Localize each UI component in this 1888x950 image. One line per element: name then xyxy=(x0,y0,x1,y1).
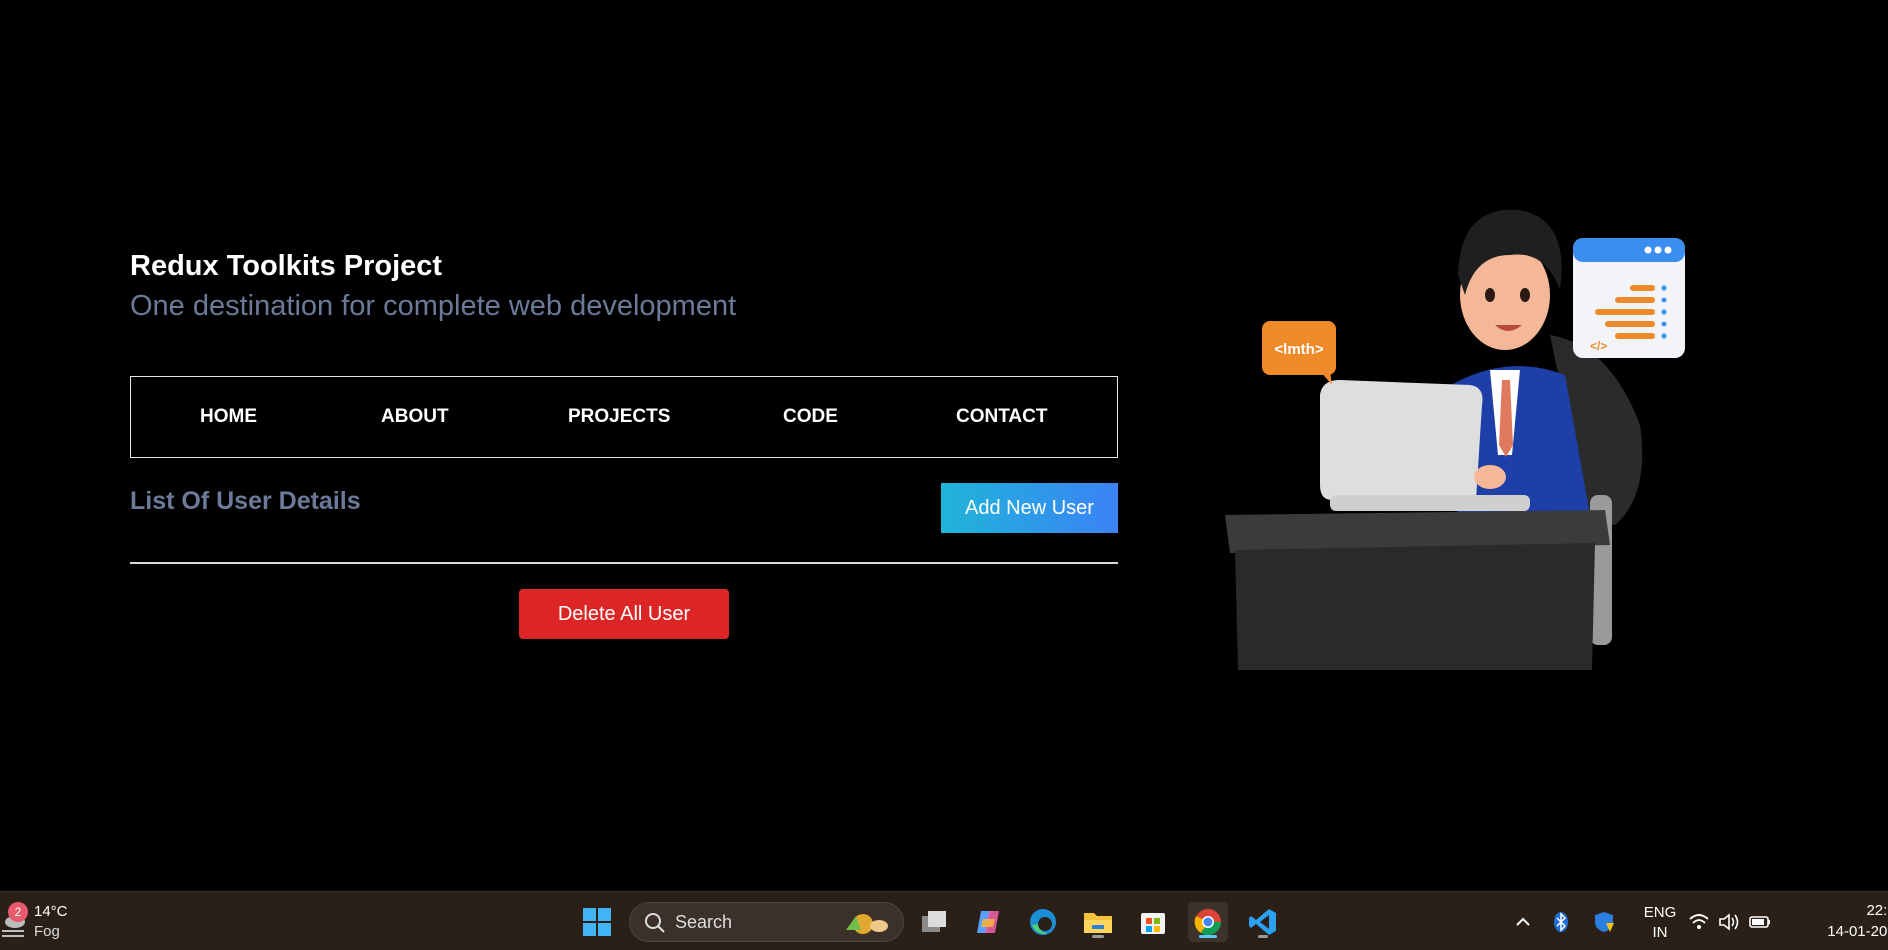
search-label: Search xyxy=(675,911,733,932)
file-explorer-icon xyxy=(1084,913,1112,933)
nav-about-link[interactable]: ABOUT xyxy=(381,377,449,457)
wifi-icon[interactable] xyxy=(1688,912,1710,932)
language-top[interactable]: ENG xyxy=(1627,904,1693,921)
add-new-user-button[interactable]: Add New User xyxy=(941,483,1118,533)
search-highlight-icon xyxy=(846,914,888,934)
battery-icon[interactable] xyxy=(1748,912,1772,932)
user-list-heading: List Of User Details xyxy=(130,487,361,515)
clock-time[interactable]: 22:20 xyxy=(1794,902,1888,919)
start-icon xyxy=(583,908,611,936)
clock-date[interactable]: 14-01-2025 xyxy=(1794,923,1888,940)
taskbar-search[interactable]: Search xyxy=(629,902,904,942)
store-icon xyxy=(1141,913,1165,934)
weather-condition: Fog xyxy=(34,923,60,940)
laptop-base xyxy=(1330,495,1530,511)
nav-contact-link[interactable]: CONTACT xyxy=(956,377,1047,457)
security-icon[interactable] xyxy=(1592,910,1616,934)
developer-illustration: <lmth> </> xyxy=(1225,209,1685,670)
weather-temp: 14°C xyxy=(34,903,68,920)
code-symbol: </> xyxy=(1590,339,1607,353)
page-subtitle: One destination for complete web develop… xyxy=(130,290,737,322)
store-button[interactable] xyxy=(1133,902,1173,942)
edge-icon xyxy=(1030,909,1056,935)
file-explorer-button[interactable] xyxy=(1078,902,1118,942)
weather-badge: 2 xyxy=(8,902,28,922)
laptop-lid xyxy=(1320,380,1483,500)
explorer-running-indicator xyxy=(1092,935,1104,938)
chevron-up-icon[interactable] xyxy=(1513,912,1533,932)
desk-body xyxy=(1235,543,1595,670)
bluetooth-icon[interactable] xyxy=(1551,911,1571,933)
chrome-icon xyxy=(1194,909,1222,936)
copilot-button[interactable] xyxy=(968,902,1008,942)
nav-code-link[interactable]: CODE xyxy=(783,377,838,457)
chrome-button[interactable] xyxy=(1188,902,1228,942)
html-bubble-text: <lmth> xyxy=(1274,341,1323,358)
vscode-button[interactable] xyxy=(1243,902,1283,942)
page-title: Redux Toolkits Project xyxy=(130,250,443,282)
vscode-running-indicator xyxy=(1258,935,1268,938)
language-bottom[interactable]: IN xyxy=(1627,924,1693,941)
task-view-button[interactable] xyxy=(914,902,954,942)
delete-all-user-button[interactable]: Delete All User xyxy=(519,589,729,639)
start-button[interactable] xyxy=(577,902,617,942)
divider xyxy=(130,562,1118,564)
navbar: HOME ABOUT PROJECTS CODE CONTACT xyxy=(130,376,1118,458)
copilot-icon xyxy=(977,911,999,933)
nav-home-link[interactable]: HOME xyxy=(200,377,257,457)
weather-widget[interactable]: 2 14°C Fog xyxy=(0,900,90,944)
task-view-icon xyxy=(922,911,946,932)
search-icon xyxy=(645,913,665,933)
volume-icon[interactable] xyxy=(1718,912,1740,932)
app-page: Redux Toolkits Project One destination f… xyxy=(0,0,1888,891)
nav-projects-link[interactable]: PROJECTS xyxy=(568,377,670,457)
chrome-active-indicator xyxy=(1199,935,1217,938)
vscode-icon xyxy=(1249,909,1276,935)
edge-button[interactable] xyxy=(1023,902,1063,942)
taskbar: 2 14°C Fog Search ENG IN 22: 14-01-20 xyxy=(0,891,1888,950)
